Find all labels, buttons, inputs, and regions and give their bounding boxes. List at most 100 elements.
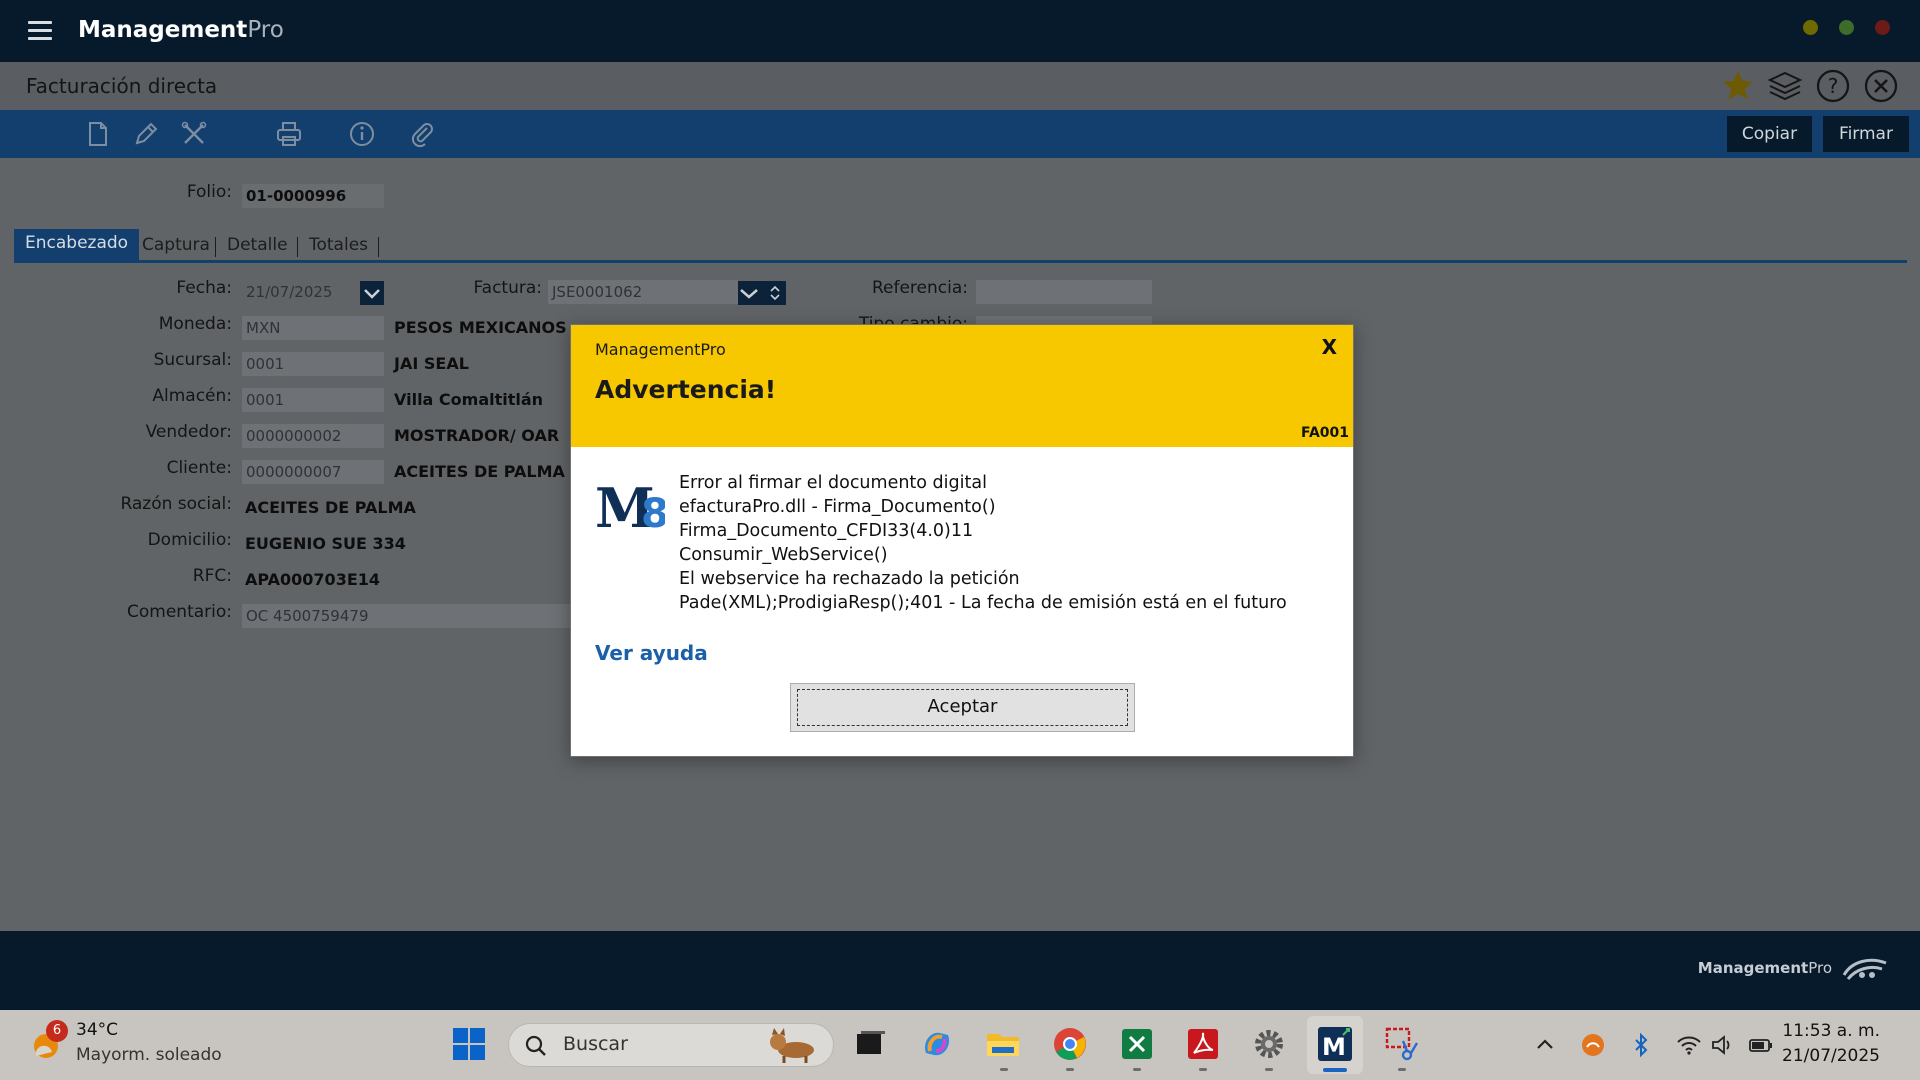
tab-detalle[interactable]: Detalle <box>227 229 288 260</box>
toolbar: Copiar Firmar <box>0 110 1920 158</box>
moneda-name: PESOS MEXICANOS <box>394 318 567 337</box>
clock-date[interactable]: 21/07/2025 <box>1782 1046 1880 1066</box>
folio-label: Folio: <box>186 182 232 202</box>
accept-button[interactable]: Aceptar <box>790 683 1135 732</box>
dialog-message-line: El webservice ha rechazado la petición <box>679 569 1020 589</box>
domicilio-value: EUGENIO SUE 334 <box>245 534 406 553</box>
hamburger-menu-icon[interactable] <box>28 21 52 41</box>
tray-app-icon[interactable] <box>1580 1032 1606 1058</box>
battery-icon[interactable] <box>1748 1032 1774 1058</box>
delete-icon[interactable] <box>180 120 208 148</box>
copilot-icon[interactable] <box>918 1025 956 1063</box>
running-indicator <box>1398 1068 1406 1071</box>
help-link[interactable]: Ver ayuda <box>595 641 708 665</box>
layers-icon[interactable] <box>1767 68 1803 104</box>
clock-time[interactable]: 11:53 a. m. <box>1782 1021 1880 1041</box>
dialog-error-code: FA001 <box>1300 425 1349 441</box>
windows-start-icon[interactable] <box>450 1025 488 1063</box>
minimize-button[interactable] <box>1803 20 1818 35</box>
dialog-message-line: efacturaPro.dll - Firma_Documento() <box>679 497 996 517</box>
bluetooth-icon[interactable] <box>1628 1032 1654 1058</box>
print-icon[interactable] <box>275 120 303 148</box>
running-indicator <box>1133 1068 1141 1071</box>
search-highlight-dog-icon <box>770 1028 814 1063</box>
fecha-label: Fecha: <box>176 278 232 298</box>
cliente-label: Cliente: <box>166 458 232 478</box>
svg-text:M: M <box>1322 1033 1346 1061</box>
moneda-label: Moneda: <box>158 314 232 334</box>
svg-text:8: 8 <box>641 491 665 535</box>
dialog-header: ManagementPro Advertencia! X FA001 <box>571 325 1353 447</box>
cliente-code-field[interactable]: 0000000007 <box>242 460 384 484</box>
referencia-field[interactable] <box>976 280 1152 304</box>
help-icon[interactable]: ? <box>1815 68 1851 104</box>
brand-logo-icon <box>1842 958 1887 980</box>
comentario-field[interactable]: OC 4500759479 <box>242 604 572 628</box>
tab-encabezado[interactable]: Encabezado <box>14 229 140 260</box>
sucursal-label: Sucursal: <box>153 350 232 370</box>
weather-description[interactable]: Mayorm. soleado <box>76 1045 222 1065</box>
sucursal-code-field[interactable]: 0001 <box>242 352 384 376</box>
settings-gear-icon[interactable] <box>1250 1025 1288 1063</box>
almacen-code-field[interactable]: 0001 <box>242 388 384 412</box>
info-icon[interactable] <box>348 120 376 148</box>
vendedor-label: Vendedor: <box>145 422 232 442</box>
sign-button[interactable]: Firmar <box>1823 116 1909 152</box>
pdf-reader-icon[interactable] <box>1184 1025 1222 1063</box>
weather-notification-badge: 6 <box>46 1020 68 1042</box>
running-indicator <box>1199 1068 1207 1071</box>
running-indicator <box>1265 1068 1273 1071</box>
page-header: Facturación directa ? <box>0 62 1920 110</box>
maximize-button[interactable] <box>1839 20 1854 35</box>
sucursal-name: JAI SEAL <box>394 354 469 373</box>
almacen-label: Almacén: <box>152 386 232 406</box>
close-icon[interactable] <box>1863 68 1899 104</box>
tab-separator <box>378 237 379 257</box>
running-indicator <box>1066 1068 1074 1071</box>
domicilio-label: Domicilio: <box>147 530 232 550</box>
task-view-icon[interactable] <box>851 1025 889 1063</box>
file-explorer-icon[interactable] <box>984 1025 1022 1063</box>
search-icon <box>525 1035 546 1056</box>
dialog-close-button[interactable]: X <box>1322 335 1337 359</box>
taskbar: 6 34°C Mayorm. soleado Buscar M 11:53 a.… <box>0 1010 1920 1080</box>
almacen-name: Villa Comaltitlán <box>394 390 544 409</box>
tab-captura[interactable]: Captura <box>142 229 210 260</box>
dialog-message-line: Pade(XML);ProdigiaResp();401 - La fecha … <box>679 593 1287 613</box>
rfc-value: APA000703E14 <box>245 570 381 589</box>
copy-button[interactable]: Copiar <box>1727 116 1812 152</box>
managementpro-app-icon[interactable]: M <box>1316 1025 1354 1063</box>
excel-icon[interactable] <box>1118 1025 1156 1063</box>
folio-field[interactable]: 01-0000996 <box>242 184 384 208</box>
vendedor-code-field[interactable]: 0000000002 <box>242 424 384 448</box>
tab-separator <box>215 237 216 257</box>
rfc-label: RFC: <box>192 566 232 586</box>
cliente-name: ACEITES DE PALMA <box>394 462 565 481</box>
dialog-message-line: Error al firmar el documento digital <box>679 473 987 493</box>
active-app-indicator <box>1323 1068 1347 1072</box>
running-indicator <box>1000 1068 1008 1071</box>
chevron-up-icon[interactable] <box>1532 1032 1558 1058</box>
tab-underline <box>14 260 1907 263</box>
dialog-message-line: Consumir_WebService() <box>679 545 888 565</box>
moneda-code-field[interactable]: MXN <box>242 316 384 340</box>
factura-label: Factura: <box>473 278 542 298</box>
new-document-icon[interactable] <box>84 120 112 148</box>
attach-paperclip-icon[interactable] <box>408 120 436 148</box>
edit-pencil-icon[interactable] <box>132 120 160 148</box>
tab-totales[interactable]: Totales <box>309 229 368 260</box>
snipping-tool-icon[interactable] <box>1383 1025 1421 1063</box>
app-footer: ManagementPro <box>0 931 1920 1010</box>
close-window-button[interactable] <box>1875 20 1890 35</box>
chrome-icon[interactable] <box>1051 1025 1089 1063</box>
star-icon[interactable] <box>1720 68 1756 104</box>
factura-field[interactable]: JSE0001062 <box>548 280 738 304</box>
search-placeholder: Buscar <box>563 1033 628 1055</box>
volume-icon[interactable] <box>1710 1032 1736 1058</box>
wifi-icon[interactable] <box>1676 1032 1702 1058</box>
dialog-app-name: ManagementPro <box>595 340 726 359</box>
comentario-label: Comentario: <box>127 602 232 622</box>
dialog-message-line: Firma_Documento_CFDI33(4.0)11 <box>679 521 974 541</box>
weather-temperature[interactable]: 34°C <box>76 1020 118 1040</box>
dialog-message: Error al firmar el documento digital efa… <box>679 471 1339 615</box>
